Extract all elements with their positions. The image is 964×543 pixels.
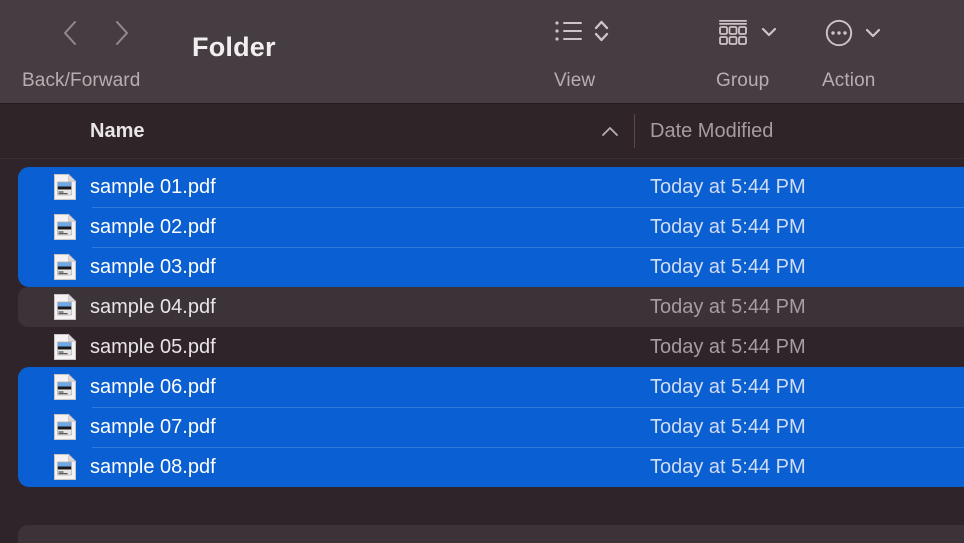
pdf-file-icon	[53, 293, 77, 321]
file-date-modified: Today at 5:44 PM	[650, 415, 806, 438]
back-forward-caption: Back/Forward	[22, 70, 141, 91]
action-caption: Action	[822, 70, 876, 91]
forward-button[interactable]	[108, 16, 136, 50]
pdf-file-icon	[53, 213, 77, 241]
back-button[interactable]	[56, 16, 84, 50]
toolbar: Back/Forward Folder View Group Action	[0, 0, 964, 104]
file-name: sample 05.pdf	[90, 335, 216, 358]
page-title: Folder	[192, 32, 276, 62]
chevron-down-icon[interactable]	[759, 22, 779, 42]
file-date-modified: Today at 5:44 PM	[650, 295, 806, 318]
table-row[interactable]: sample 07.pdf Today at 5:44 PM	[0, 407, 964, 447]
group-button[interactable]	[716, 18, 779, 46]
chevron-right-icon	[114, 20, 130, 46]
table-row[interactable]: sample 02.pdf Today at 5:44 PM	[0, 207, 964, 247]
chevron-up-icon	[600, 122, 620, 147]
pdf-file-icon	[53, 173, 77, 201]
file-name: sample 07.pdf	[90, 415, 216, 438]
file-name: sample 08.pdf	[90, 455, 216, 478]
empty-row-stripe	[18, 525, 964, 543]
file-name: sample 06.pdf	[90, 375, 216, 398]
view-button[interactable]	[554, 18, 610, 44]
table-row[interactable]: sample 04.pdf Today at 5:44 PM	[0, 287, 964, 327]
file-name: sample 01.pdf	[90, 175, 216, 198]
pdf-file-icon	[53, 413, 77, 441]
file-date-modified: Today at 5:44 PM	[650, 455, 806, 478]
list-view-icon	[554, 18, 584, 44]
column-header-row: Name Date Modified	[0, 104, 964, 159]
table-row[interactable]: sample 05.pdf Today at 5:44 PM	[0, 327, 964, 367]
group-grid-icon	[716, 18, 750, 46]
pdf-file-icon	[53, 453, 77, 481]
column-divider[interactable]	[634, 114, 635, 148]
file-name: sample 03.pdf	[90, 255, 216, 278]
view-caption: View	[554, 70, 596, 91]
table-row[interactable]: sample 03.pdf Today at 5:44 PM	[0, 247, 964, 287]
table-row[interactable]: sample 06.pdf Today at 5:44 PM	[0, 367, 964, 407]
pdf-file-icon	[53, 373, 77, 401]
column-header-date-modified[interactable]: Date Modified	[650, 120, 773, 143]
file-name: sample 02.pdf	[90, 215, 216, 238]
table-row[interactable]: sample 01.pdf Today at 5:44 PM	[0, 167, 964, 207]
file-date-modified: Today at 5:44 PM	[650, 335, 806, 358]
ellipsis-circle-icon	[824, 18, 854, 48]
file-list: sample 01.pdf Today at 5:44 PM sample 02.…	[0, 163, 964, 543]
finder-window: Back/Forward Folder View Group Action Na…	[0, 0, 964, 543]
column-header-name[interactable]: Name	[90, 120, 144, 143]
chevron-left-icon	[62, 20, 78, 46]
file-name: sample 04.pdf	[90, 295, 216, 318]
pdf-file-icon	[53, 253, 77, 281]
file-date-modified: Today at 5:44 PM	[650, 175, 806, 198]
pdf-file-icon	[53, 333, 77, 361]
chevron-down-icon[interactable]	[863, 23, 883, 43]
file-date-modified: Today at 5:44 PM	[650, 215, 806, 238]
action-button[interactable]	[824, 18, 883, 48]
up-down-chevron-icon[interactable]	[593, 18, 610, 44]
table-row[interactable]: sample 08.pdf Today at 5:44 PM	[0, 447, 964, 487]
file-date-modified: Today at 5:44 PM	[650, 375, 806, 398]
group-caption: Group	[716, 70, 770, 91]
file-date-modified: Today at 5:44 PM	[650, 255, 806, 278]
navigation-arrows	[56, 16, 136, 50]
